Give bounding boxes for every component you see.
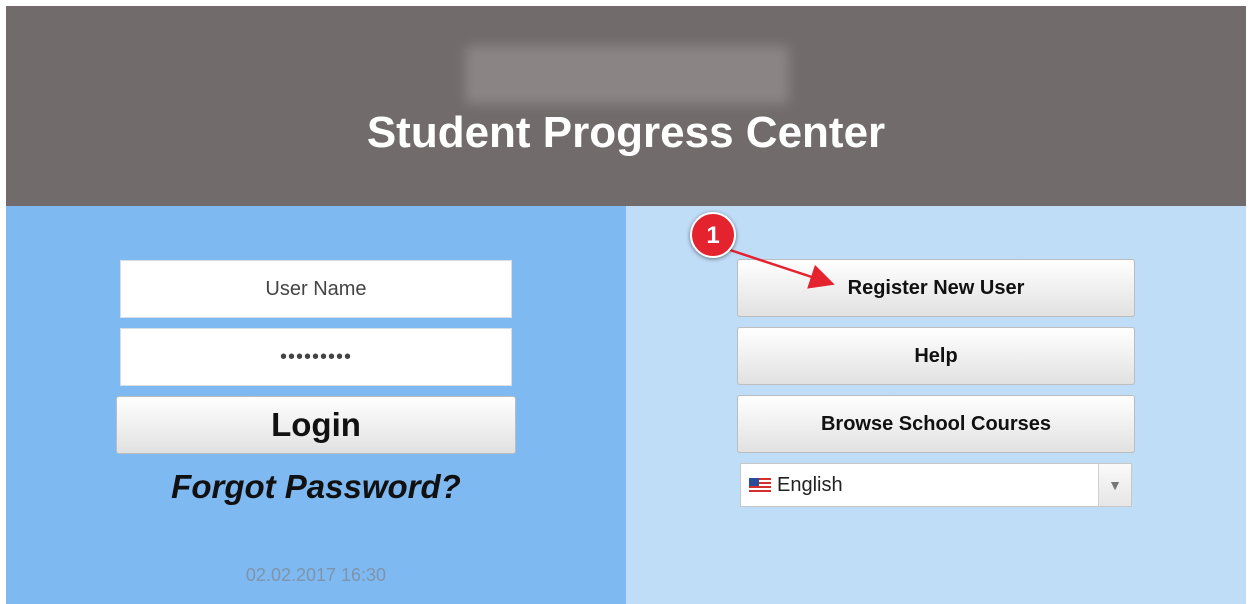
login-page: Student Progress Center Login Forgot Pas… [6, 6, 1246, 604]
us-flag-icon [749, 478, 771, 492]
page-title: Student Progress Center [366, 108, 886, 157]
help-button[interactable]: Help [737, 327, 1135, 385]
timestamp: 02.02.2017 16:30 [245, 565, 387, 585]
browse-school-courses-button[interactable]: Browse School Courses [737, 395, 1135, 453]
language-selected-value: English [777, 474, 843, 496]
step-callout-badge: 1 [690, 212, 736, 258]
login-panel: Login Forgot Password? 02.02.2017 16:30 [6, 206, 626, 604]
login-button[interactable]: Login [116, 396, 516, 454]
forgot-password-link[interactable]: Forgot Password? [116, 468, 516, 506]
chevron-down-icon[interactable]: ▼ [1098, 464, 1131, 506]
username-input[interactable] [120, 260, 512, 318]
language-select[interactable]: English ▼ [740, 463, 1132, 507]
actions-panel: Register New User Help Browse School Cou… [626, 206, 1246, 604]
school-name-logo [465, 46, 789, 104]
header-banner: Student Progress Center [6, 6, 1246, 206]
password-input[interactable] [120, 328, 512, 386]
register-new-user-button[interactable]: Register New User [737, 259, 1135, 317]
